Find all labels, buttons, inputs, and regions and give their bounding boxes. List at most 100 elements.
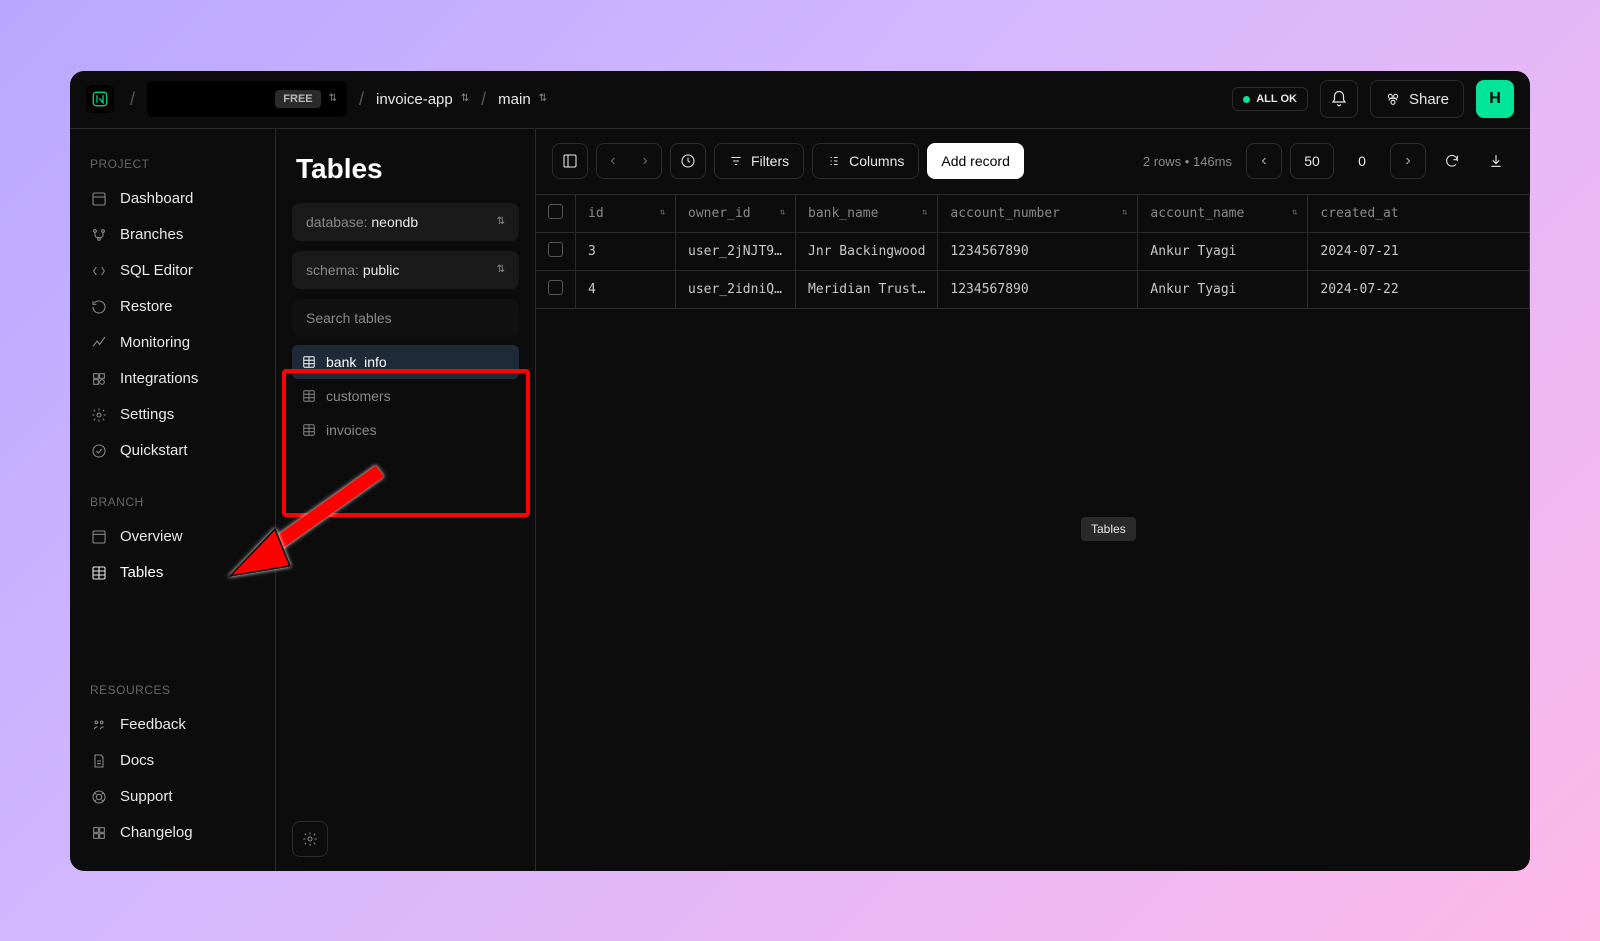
filters-button[interactable]: Filters xyxy=(714,143,804,179)
header-row: id ⇅ owner_id⇅ bank_name⇅ account_number⇅… xyxy=(536,195,1530,233)
header-right: ALL OK Share H xyxy=(1232,80,1514,118)
col-bank-name[interactable]: bank_name⇅ xyxy=(796,195,938,233)
sidebar-item-restore[interactable]: Restore xyxy=(70,289,275,325)
chevron-right-icon xyxy=(1402,155,1414,167)
col-created-at[interactable]: created_at xyxy=(1308,195,1530,233)
project-selector[interactable]: FREE ⇅ xyxy=(147,81,347,117)
panel-settings-button[interactable] xyxy=(292,821,328,857)
table-item-invoices[interactable]: invoices xyxy=(292,413,519,447)
free-badge: FREE xyxy=(275,90,320,108)
checkbox-icon xyxy=(548,242,563,257)
sidebar-item-overview[interactable]: Overview xyxy=(70,519,275,555)
panel-icon xyxy=(562,153,578,169)
add-record-label: Add record xyxy=(941,153,1009,169)
sidebar-item-dashboard[interactable]: Dashboard xyxy=(70,181,275,217)
status-badge: ALL OK xyxy=(1232,87,1308,111)
page-next-button[interactable] xyxy=(1390,143,1426,179)
share-label: Share xyxy=(1409,91,1449,108)
table-item-customers[interactable]: customers xyxy=(292,379,519,413)
avatar[interactable]: H xyxy=(1476,80,1514,118)
table-name: customers xyxy=(326,388,391,404)
row-checkbox[interactable] xyxy=(536,232,576,270)
cell-account-name[interactable]: Ankur Tyagi xyxy=(1138,232,1308,270)
page-title: Tables xyxy=(296,153,515,185)
col-owner-id[interactable]: owner_id⇅ xyxy=(676,195,796,233)
nav-forward-button[interactable] xyxy=(629,144,661,178)
add-record-button[interactable]: Add record xyxy=(927,143,1023,179)
sidebar-item-tables[interactable]: Tables xyxy=(70,555,275,591)
table-item-bank-info[interactable]: bank_info xyxy=(292,345,519,379)
schema-value: public xyxy=(363,262,400,278)
sidebar-item-feedback[interactable]: Feedback xyxy=(70,707,275,743)
cell-account-number[interactable]: 1234567890 xyxy=(938,270,1138,308)
page-size-input[interactable] xyxy=(1290,143,1334,179)
table-list: bank_info customers invoices xyxy=(276,345,535,447)
cell-owner-id[interactable]: user_2jNJT9X… xyxy=(676,232,796,270)
database-selector[interactable]: database: neondb ⇅ xyxy=(292,203,519,241)
branches-icon xyxy=(90,226,108,244)
history-button[interactable] xyxy=(670,143,706,179)
page-prev-button[interactable] xyxy=(1246,143,1282,179)
col-label: id xyxy=(588,206,604,221)
sidebar-item-sql-editor[interactable]: SQL Editor xyxy=(70,253,275,289)
cell-id[interactable]: 3 xyxy=(576,232,676,270)
branch-crumb[interactable]: main ⇅ xyxy=(498,91,547,108)
sidebar-item-label: Overview xyxy=(120,528,183,545)
logo[interactable] xyxy=(86,85,114,113)
col-account-name[interactable]: account_name⇅ xyxy=(1138,195,1308,233)
col-id[interactable]: id ⇅ xyxy=(576,195,676,233)
search-placeholder: Search tables xyxy=(306,310,392,326)
cell-bank-name[interactable]: Jnr Backingwood xyxy=(796,232,938,270)
sidebar-item-monitoring[interactable]: Monitoring xyxy=(70,325,275,361)
notifications-button[interactable] xyxy=(1320,80,1358,118)
cell-account-number[interactable]: 1234567890 xyxy=(938,232,1138,270)
cell-id[interactable]: 4 xyxy=(576,270,676,308)
header: / FREE ⇅ / invoice-app ⇅ / main ⇅ ALL OK xyxy=(70,71,1530,129)
sidebar-item-settings[interactable]: Settings xyxy=(70,397,275,433)
gear-icon xyxy=(90,406,108,424)
neon-logo-icon xyxy=(91,90,109,108)
chevron-updown-icon: ⇅ xyxy=(539,94,547,104)
columns-button[interactable]: Columns xyxy=(812,143,919,179)
share-button[interactable]: Share xyxy=(1370,80,1464,118)
nav-back-button[interactable] xyxy=(597,144,629,178)
sidebar-item-changelog[interactable]: Changelog xyxy=(70,815,275,851)
project-crumb[interactable]: invoice-app ⇅ xyxy=(376,91,469,108)
cell-bank-name[interactable]: Meridian Trust… xyxy=(796,270,938,308)
cell-account-name[interactable]: Ankur Tyagi xyxy=(1138,270,1308,308)
col-label: created_at xyxy=(1320,206,1398,221)
table-icon xyxy=(302,389,316,403)
download-icon xyxy=(1488,153,1504,169)
cell-created-at[interactable]: 2024-07-22 xyxy=(1308,270,1530,308)
sort-icon: ⇅ xyxy=(1292,209,1297,218)
sidebar-item-support[interactable]: Support xyxy=(70,779,275,815)
search-tables-input[interactable]: Search tables xyxy=(292,299,519,337)
sidebar-item-label: Settings xyxy=(120,406,174,423)
changelog-icon xyxy=(90,824,108,842)
check-icon xyxy=(90,442,108,460)
table-row[interactable]: 3 user_2jNJT9X… Jnr Backingwood 12345678… xyxy=(536,232,1530,270)
table-row[interactable]: 4 user_2idniQ0… Meridian Trust… 12345678… xyxy=(536,270,1530,308)
col-account-number[interactable]: account_number⇅ xyxy=(938,195,1138,233)
select-all-header[interactable] xyxy=(536,195,576,233)
toolbar-left: Filters Columns Add record xyxy=(552,143,1024,179)
sort-icon: ⇅ xyxy=(660,209,665,218)
refresh-button[interactable] xyxy=(1434,143,1470,179)
row-checkbox[interactable] xyxy=(536,270,576,308)
chevron-left-icon xyxy=(607,155,619,167)
chevron-updown-icon: ⇅ xyxy=(329,94,337,104)
sidebar-item-integrations[interactable]: Integrations xyxy=(70,361,275,397)
feedback-icon xyxy=(90,716,108,734)
sidebar-item-branches[interactable]: Branches xyxy=(70,217,275,253)
sidebar-item-quickstart[interactable]: Quickstart xyxy=(70,433,275,469)
data-table: id ⇅ owner_id⇅ bank_name⇅ account_number⇅… xyxy=(536,195,1530,309)
cell-created-at[interactable]: 2024-07-21 xyxy=(1308,232,1530,270)
chevron-right-icon xyxy=(639,155,651,167)
sidebar-item-label: Docs xyxy=(120,752,154,769)
sidebar-item-docs[interactable]: Docs xyxy=(70,743,275,779)
cell-owner-id[interactable]: user_2idniQ0… xyxy=(676,270,796,308)
sidebar-toggle-button[interactable] xyxy=(552,143,588,179)
schema-selector[interactable]: schema: public ⇅ xyxy=(292,251,519,289)
download-button[interactable] xyxy=(1478,143,1514,179)
sidebar-item-label: Branches xyxy=(120,226,183,243)
